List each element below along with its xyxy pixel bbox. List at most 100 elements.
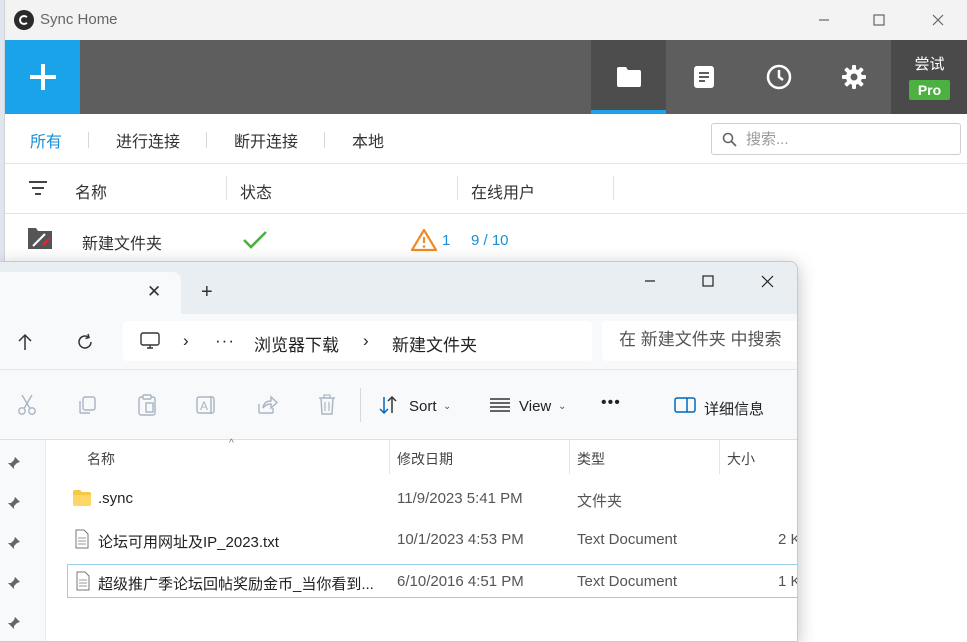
header-type[interactable]: 类型 [577,449,605,469]
new-tab-button[interactable]: + [201,281,213,304]
folders-tab[interactable] [591,40,666,114]
sort-icon[interactable] [377,392,403,418]
file-name: 超级推广季论坛回帖奖励金币_当你看到... [98,576,374,593]
file-name: 论坛可用网址及IP_2023.txt [98,534,279,551]
search-icon [722,132,737,147]
breadcrumb-current[interactable]: 新建文件夹 [392,331,477,356]
more-options-button[interactable]: ••• [601,394,621,412]
view-icon[interactable] [487,392,513,418]
explorer-minimize-button[interactable] [627,266,673,296]
minimize-icon [645,280,655,282]
clock-icon [766,64,791,90]
column-status[interactable]: 状态 [240,179,272,203]
chevron-down-icon[interactable]: ⌄ [443,401,451,412]
sort-button[interactable]: Sort [409,398,437,415]
monitor-icon[interactable] [140,332,160,350]
filter-bar: 所有 进行连接 断开连接 本地 [5,114,967,164]
column-online-users[interactable]: 在线用户 [471,179,535,203]
add-folder-button[interactable] [5,40,80,114]
tab-close-button[interactable]: ✕ [147,282,161,302]
header-name[interactable]: 名称 [87,449,115,469]
file-row[interactable]: .sync 11/9/2023 5:41 PM 文件夹 [67,482,797,516]
chevron-right-icon[interactable]: › [183,331,189,351]
pin-icon[interactable] [7,456,21,470]
explorer-tab[interactable]: ✕ [0,272,181,314]
explorer-search-input[interactable] [619,330,797,350]
settings-tab[interactable] [816,40,891,114]
close-icon [932,14,944,26]
file-type: 文件夹 [577,493,623,510]
pin-icon[interactable] [7,496,21,510]
breadcrumb-more[interactable]: ··· [215,331,235,351]
breadcrumb[interactable]: › ··· 浏览器下载 › 新建文件夹 [123,321,592,361]
header-size[interactable]: 大小 [727,449,755,469]
delete-icon[interactable] [314,392,340,418]
filter-disconnected[interactable]: 断开连接 [234,128,298,152]
filter-all[interactable]: 所有 [30,128,62,152]
close-icon [761,275,773,287]
try-pro-button[interactable]: 尝试 Pro [891,40,967,114]
file-modified: 6/10/2016 4:51 PM [397,573,524,590]
maximize-button[interactable] [856,4,902,36]
breadcrumb-parent[interactable]: 浏览器下载 [254,331,339,356]
address-bar: › ··· 浏览器下载 › 新建文件夹 [0,314,797,370]
pin-icon[interactable] [7,616,21,630]
close-button[interactable] [915,4,961,36]
file-row[interactable]: 论坛可用网址及IP_2023.txt 10/1/2023 4:53 PM Tex… [67,523,797,557]
paste-icon[interactable] [134,392,160,418]
details-button[interactable]: 详细信息 [704,398,764,419]
navigation-pane [0,440,46,641]
file-row-selected[interactable]: 超级推广季论坛回帖奖励金币_当你看到... 6/10/2016 4:51 PM … [67,564,797,598]
header-modified[interactable]: 修改日期 [397,449,453,469]
explorer-search-box[interactable] [602,321,797,361]
checkmark-icon [243,231,267,249]
sync-logo-icon [14,10,34,30]
maximize-icon [873,14,885,26]
folder-icon [616,67,641,87]
warning-count: 1 [442,232,451,249]
svg-text:A: A [200,399,208,413]
chevron-down-icon[interactable]: ⌄ [558,401,566,412]
file-size: 1 K [778,573,797,590]
search-input[interactable] [746,128,946,150]
pin-icon[interactable] [7,536,21,550]
maximize-icon [702,275,714,287]
warning-icon[interactable] [410,228,438,252]
up-button[interactable] [10,328,40,356]
sync-folder-icon [28,228,52,249]
command-bar: A Sort ⌄ View ⌄ ••• 详细信息 [0,370,797,440]
file-type: Text Document [577,573,678,590]
search-field[interactable] [711,123,961,155]
try-label: 尝试 [914,56,945,73]
filter-local[interactable]: 本地 [352,128,384,152]
filter-list-icon[interactable] [28,180,48,196]
view-button[interactable]: View [519,398,551,415]
folder-name: 新建文件夹 [82,236,163,253]
explorer-maximize-button[interactable] [685,266,731,296]
sort-ascending-icon: ^ [229,438,234,449]
file-explorer-window: ✕ + › ··· 浏览器下载 › 新建文件夹 在 新建文件夹 中搜索 A So… [0,261,798,642]
document-icon [693,66,714,88]
refresh-button[interactable] [70,328,100,356]
arrow-up-icon [18,333,32,350]
minimize-icon [819,19,829,21]
column-name[interactable]: 名称 [75,179,107,203]
folder-row[interactable]: 新建文件夹 1 9 / 10 [5,214,967,264]
chevron-right-icon[interactable]: › [363,331,369,351]
app-title: Sync Home [40,11,118,28]
pin-icon[interactable] [7,576,21,590]
rename-icon[interactable]: A [194,392,220,418]
explorer-close-button[interactable] [744,266,790,296]
share-icon[interactable] [254,392,280,418]
transfers-tab[interactable] [741,40,816,114]
history-log-tab[interactable] [666,40,741,114]
details-pane-icon[interactable] [672,392,698,418]
file-list: ^ 名称 修改日期 类型 大小 .sync 11/9/2023 5:41 PM … [47,438,797,641]
main-toolbar: 尝试 Pro [5,40,967,114]
copy-icon[interactable] [74,392,100,418]
cut-icon[interactable] [14,392,40,418]
filter-connected[interactable]: 进行连接 [116,128,180,152]
minimize-button[interactable] [801,4,847,36]
gear-icon [841,65,866,89]
file-modified: 10/1/2023 4:53 PM [397,531,524,548]
